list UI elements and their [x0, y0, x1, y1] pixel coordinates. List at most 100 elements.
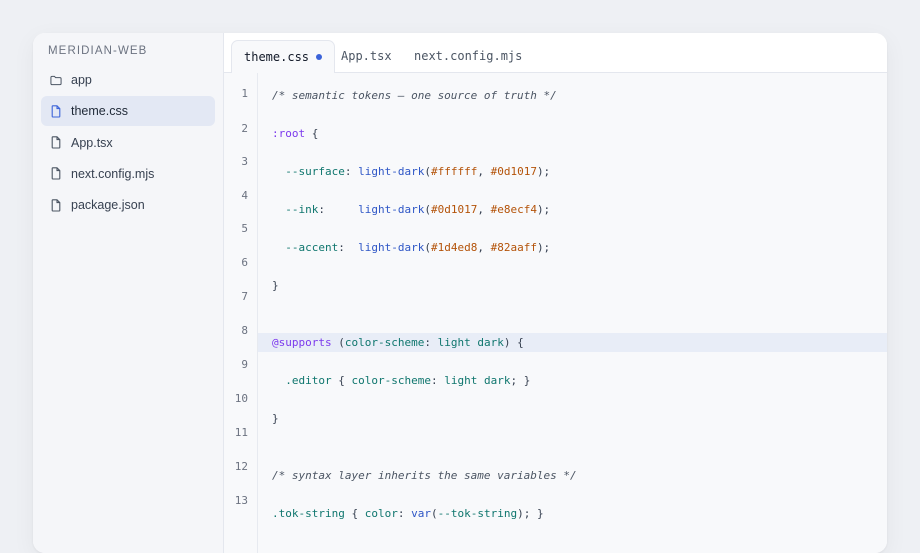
code-token: , — [477, 203, 491, 216]
tree-item-app-tsx[interactable]: App.tsx — [41, 128, 215, 158]
file-icon — [50, 198, 62, 212]
code-token: /* syntax layer inherits the same variab… — [272, 469, 577, 482]
line-number: 10 — [234, 392, 248, 405]
code-token: ); — [536, 203, 551, 216]
code-token: --surface — [272, 165, 345, 178]
code-token: light-dark — [358, 241, 425, 254]
file-icon — [50, 104, 62, 118]
tab-bar: theme.css App.tsx next.config.mjs — [224, 33, 887, 73]
code-token: : — [430, 374, 445, 387]
code-line: :root { — [272, 124, 318, 143]
code-line: @supports (color-scheme: light dark) { — [272, 333, 524, 352]
code-token: : — [424, 336, 438, 349]
code-token: @supports — [272, 336, 332, 349]
code-token: } — [272, 412, 279, 425]
code-token: color-scheme — [344, 336, 425, 349]
tree-item-label: app — [71, 73, 92, 87]
code-token: #1d4ed8 — [430, 241, 478, 254]
code-token: ); — [536, 165, 551, 178]
code-token: light dark — [444, 374, 511, 387]
code-token: #ffffff — [430, 165, 478, 178]
tree-item-label: next.config.mjs — [71, 166, 155, 181]
code-area[interactable]: 1 2 3 4 5 6 7 8 9 10 11 12 13 /* semantic tokens — o… — [224, 73, 887, 553]
code-token: : — [338, 241, 359, 254]
code-token: --tok-string — [437, 507, 518, 520]
tab-next-config[interactable]: next.config.mjs — [414, 40, 522, 72]
line-number-gutter: 1 2 3 4 5 6 7 8 9 10 11 12 13 — [224, 73, 258, 553]
tab-app-tsx[interactable]: App.tsx — [341, 40, 392, 72]
code-line: /* semantic tokens — one source of truth… — [272, 86, 557, 105]
code-token: .tok-string — [272, 507, 345, 520]
code-line: .editor { color-scheme: light dark; } — [272, 371, 530, 390]
tab-label: App.tsx — [341, 49, 392, 63]
code-token: --ink — [272, 203, 319, 216]
code-token: #e8ecf4 — [490, 203, 537, 216]
code-token: #82aaff — [490, 241, 537, 254]
tree-item-label: theme.css — [71, 104, 128, 119]
code-token: { — [305, 127, 319, 140]
line-number: 4 — [241, 189, 248, 202]
editor-pane: theme.css App.tsx next.config.mjs 12 3 4 5 6… — [224, 33, 887, 553]
code-token: ( — [424, 241, 431, 254]
folder-icon — [50, 73, 62, 87]
code-token: : — [397, 507, 412, 520]
line-number: 5 — [241, 222, 248, 235]
code-token: /* semantic tokens — one source of truth… — [272, 89, 557, 102]
unsaved-changes-dot-icon — [316, 54, 323, 60]
code-token: :root — [272, 127, 306, 140]
file-icon — [50, 136, 62, 150]
tree-item-next-config[interactable]: next.config.mjs — [41, 159, 215, 189]
line-number: 6 — [241, 256, 248, 269]
file-tree: app theme.css App.tsx next.config.mjs pa… — [41, 65, 215, 221]
code-token: color — [364, 507, 398, 520]
code-token: : — [344, 165, 359, 178]
code-token: var — [411, 507, 431, 520]
code-token: light dark — [437, 336, 504, 349]
code-token: : — [318, 203, 359, 216]
code-token: { — [344, 507, 365, 520]
code-token: light-dark — [358, 165, 425, 178]
project-title: MERIDIAN-WEB — [48, 45, 148, 57]
tree-item-theme-css[interactable]: theme.css — [41, 96, 215, 127]
tab-theme-css[interactable]: theme.css — [231, 40, 336, 73]
code-line: --accent: light-dark(#1d4ed8, #82aaff); — [272, 238, 550, 257]
line-number: 11 — [234, 426, 248, 439]
code-line: --ink: light-dark(#0d1017, #e8ecf4); — [272, 200, 550, 219]
code-token: ; } — [510, 374, 531, 387]
tree-item-package-json[interactable]: package.json — [41, 190, 215, 220]
code-token: { — [331, 374, 352, 387]
line-number: 1 — [241, 87, 248, 100]
code-token: , — [477, 241, 491, 254]
code-line: .tok-string { color: var(--tok-string); … — [272, 504, 544, 523]
code-line: } — [272, 276, 279, 295]
code-token: --accent — [272, 241, 339, 254]
file-explorer-sidebar: MERIDIAN-WEB app theme.css App.tsx next.… — [33, 33, 224, 553]
file-icon — [50, 167, 62, 181]
code-token: ( — [424, 165, 431, 178]
tab-label: next.config.mjs — [414, 49, 523, 63]
line-number: 12 — [234, 460, 248, 473]
editor-window: MERIDIAN-WEB app theme.css App.tsx next.… — [33, 33, 887, 553]
code-line: /* syntax layer inherits the same variab… — [272, 466, 577, 485]
code-token: } — [272, 279, 279, 292]
tree-item-label: package.json — [71, 198, 145, 213]
code-token: ( — [424, 203, 431, 216]
code-line: --surface: light-dark(#ffffff, #0d1017); — [272, 162, 550, 181]
line-number: 3 — [241, 155, 248, 168]
tree-item-app[interactable]: app — [41, 65, 215, 95]
code-token: color-scheme — [351, 374, 431, 387]
code-token: ( — [430, 507, 438, 520]
code-token: light-dark — [358, 203, 425, 216]
line-number: 13 — [234, 494, 248, 507]
tree-item-label: App.tsx — [71, 135, 113, 150]
code-token: #0d1017 — [490, 165, 537, 178]
line-number: 8 — [241, 324, 248, 337]
tab-label: theme.css — [244, 50, 310, 64]
code-token: .editor — [272, 374, 332, 387]
code-token: ) { — [503, 336, 524, 349]
code-token: ( — [331, 336, 345, 349]
line-number: 7 — [241, 290, 248, 303]
code-token: ); — [536, 241, 551, 254]
code-line: } — [272, 409, 279, 428]
code-token: , — [477, 165, 491, 178]
